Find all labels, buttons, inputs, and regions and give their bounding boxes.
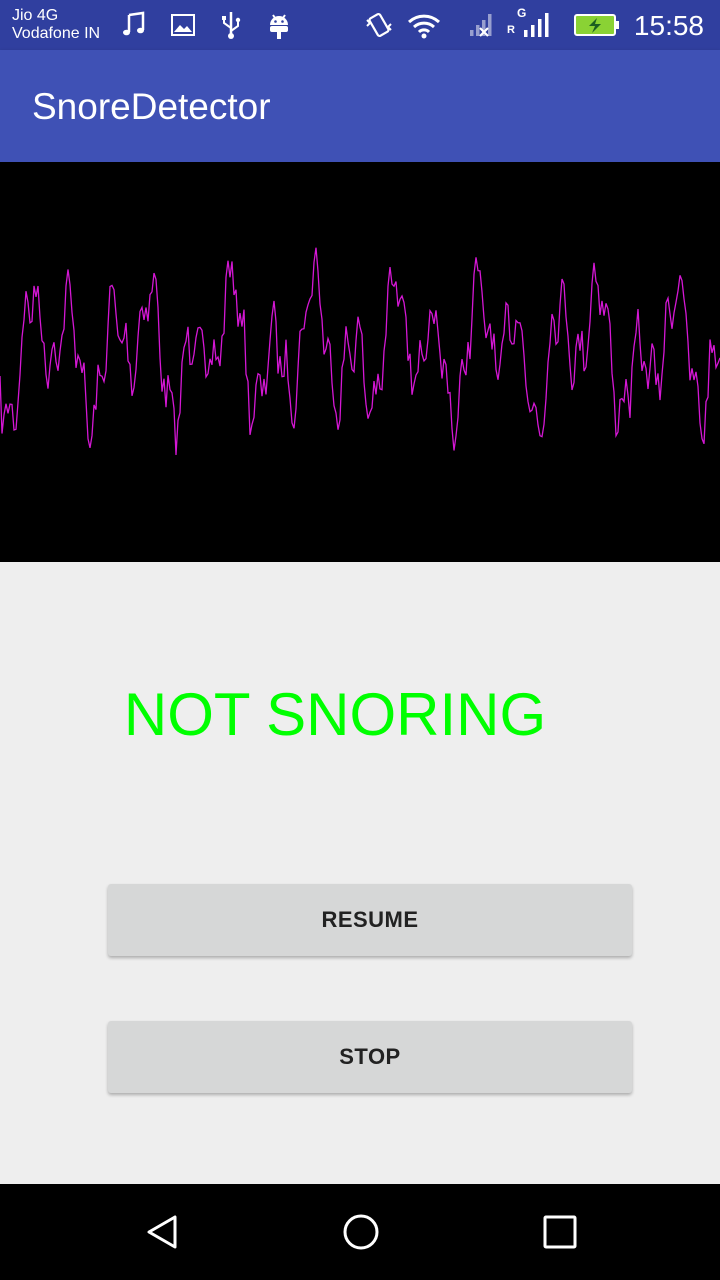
waveform-line — [0, 247, 720, 456]
app-title: SnoreDetector — [32, 86, 271, 127]
clock: 15:58 — [633, 10, 704, 41]
usb-icon — [216, 10, 246, 40]
app-bar: SnoreDetector — [0, 50, 720, 162]
image-icon — [168, 10, 198, 40]
navigation-bar — [0, 1184, 720, 1280]
carrier-info: Jio 4G Vodafone IN — [12, 7, 100, 43]
music-note-icon — [120, 10, 150, 40]
back-icon[interactable] — [132, 1202, 192, 1262]
signal-roaming-icon: G R — [504, 6, 558, 40]
carrier-2: Vodafone IN — [12, 25, 101, 42]
wifi-icon — [406, 10, 442, 40]
signal-no-sim-icon — [466, 10, 500, 40]
status-bar: Jio 4G Vodafone IN G R 15:58 — [0, 0, 720, 50]
battery-charging-icon — [572, 10, 622, 40]
android-debug-icon — [264, 10, 294, 40]
home-icon[interactable] — [331, 1202, 391, 1262]
waveform-graph — [0, 247, 720, 456]
audio-waveform — [0, 162, 720, 562]
roaming-label: R — [507, 24, 515, 36]
carrier-1: Jio 4G — [12, 7, 59, 24]
resume-button[interactable]: RESUME — [108, 884, 632, 956]
vibrate-icon — [364, 10, 394, 40]
stop-button[interactable]: STOP — [108, 1021, 632, 1093]
recents-icon[interactable] — [530, 1202, 590, 1262]
snore-status-label: NOT SNORING — [123, 681, 547, 748]
network-type-label: G — [517, 6, 527, 20]
